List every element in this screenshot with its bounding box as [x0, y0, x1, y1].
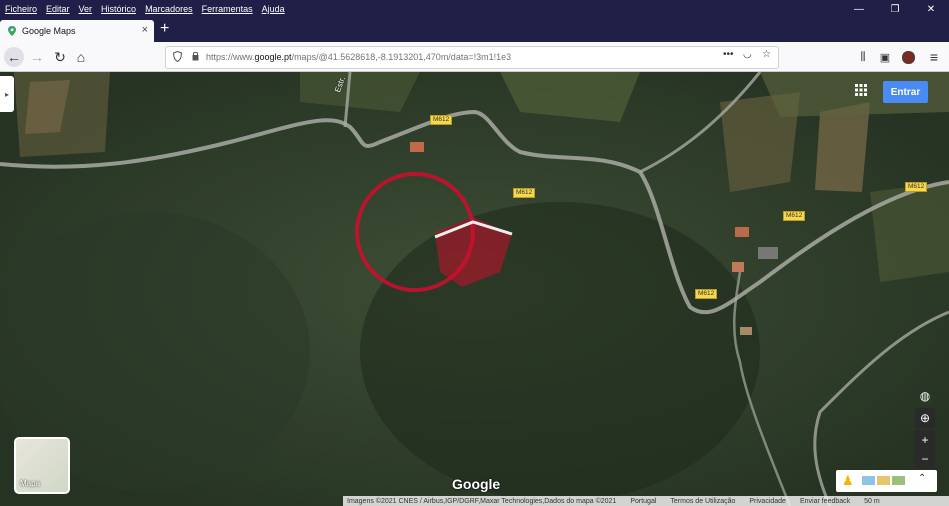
bookmark-star-icon[interactable]: ☆ — [762, 49, 771, 60]
country-link[interactable]: Portugal — [630, 498, 656, 505]
account-icon[interactable] — [898, 47, 918, 67]
menu-ferramentas[interactable]: Ferramentas — [202, 4, 253, 14]
road-label-m612: M612 — [905, 182, 928, 192]
map-footer: Imagens ©2021 CNES / Airbus,IGP/DGRF,Max… — [343, 496, 949, 506]
thumbnail-3[interactable] — [892, 476, 905, 485]
layer-label: Mapa — [20, 479, 41, 488]
library-icon[interactable]: ⫼ — [853, 47, 873, 67]
back-arrow-icon[interactable]: ← — [4, 47, 24, 67]
road-label-m612: M612 — [430, 115, 453, 125]
tab-title: Google Maps — [22, 26, 76, 36]
road-label-m612: M612 — [695, 289, 718, 299]
window-controls: — ❐ ✕ — [841, 0, 949, 18]
thumbnail-1[interactable] — [862, 476, 875, 485]
url-bar[interactable]: https://www.google.pt/maps/@41.5628618,-… — [165, 46, 779, 69]
zoom-in-button[interactable]: + — [915, 430, 935, 450]
terms-link[interactable]: Termos de Utilização — [670, 498, 735, 505]
menu-icon[interactable]: ≡ — [924, 47, 944, 67]
attribution-text: Imagens ©2021 CNES / Airbus,IGP/DGRF,Max… — [347, 497, 617, 505]
side-panel-toggle[interactable]: ▸ — [0, 76, 14, 112]
tab-close-icon[interactable]: × — [142, 24, 148, 36]
menu-bar: Ficheiro Editar Ver Histórico Marcadores… — [0, 0, 949, 18]
shield-icon[interactable] — [173, 51, 182, 62]
thumbnail-2[interactable] — [877, 476, 890, 485]
scale-label[interactable]: 50 m — [864, 498, 880, 505]
privacy-link[interactable]: Privacidade — [749, 498, 786, 505]
minimize-icon[interactable]: — — [841, 0, 877, 18]
reload-icon[interactable]: ↻ — [50, 47, 70, 67]
tab-google-maps[interactable]: Google Maps × — [0, 20, 154, 42]
street-view-bar: ♟ ⌃ — [836, 470, 937, 492]
lock-icon[interactable] — [192, 51, 199, 61]
pocket-icon[interactable]: ◡ — [743, 49, 752, 60]
pegman-icon[interactable]: ♟ — [842, 473, 854, 489]
restore-icon[interactable]: ❐ — [877, 0, 913, 18]
google-maps-favicon — [8, 26, 16, 36]
apps-grid-icon[interactable] — [855, 84, 867, 96]
zoom-out-button[interactable]: − — [915, 449, 935, 469]
expand-icon[interactable]: ⌃ — [918, 473, 926, 484]
satellite-imagery — [0, 72, 949, 506]
sidebar-icon[interactable]: ▣ — [875, 47, 895, 67]
menu-ficheiro[interactable]: Ficheiro — [5, 4, 37, 14]
satellite-map[interactable]: ▸ Estr. M612 M612 M612 M612 M612 Entrar … — [0, 72, 949, 506]
feedback-link[interactable]: Enviar feedback — [800, 498, 850, 505]
navigation-bar: ← → ↻ ⌂ https://www.google.pt/maps/@41.5… — [0, 42, 949, 72]
layer-toggle-map[interactable]: Mapa — [14, 437, 70, 494]
globe-icon[interactable]: ◍ — [915, 386, 935, 406]
new-tab-button[interactable]: + — [160, 20, 169, 38]
menu-editar[interactable]: Editar — [46, 4, 70, 14]
menu-marcadores[interactable]: Marcadores — [145, 4, 193, 14]
menu-ajuda[interactable]: Ajuda — [262, 4, 285, 14]
road-label-m612: M612 — [513, 188, 536, 198]
road-label-m612: M612 — [783, 211, 806, 221]
location-icon[interactable]: ⊕ — [915, 408, 935, 428]
forward-arrow-icon[interactable]: → — [27, 47, 47, 67]
more-icon[interactable]: ••• — [723, 49, 734, 60]
menu-ver[interactable]: Ver — [79, 4, 93, 14]
home-icon[interactable]: ⌂ — [71, 47, 91, 67]
close-window-icon[interactable]: ✕ — [913, 0, 949, 18]
google-logo: Google — [452, 476, 501, 492]
menu-historico[interactable]: Histórico — [101, 4, 136, 14]
url-text: https://www.google.pt/maps/@41.5628618,-… — [206, 52, 512, 62]
sign-in-button[interactable]: Entrar — [883, 81, 928, 103]
tab-strip: Google Maps × + — [0, 18, 949, 42]
